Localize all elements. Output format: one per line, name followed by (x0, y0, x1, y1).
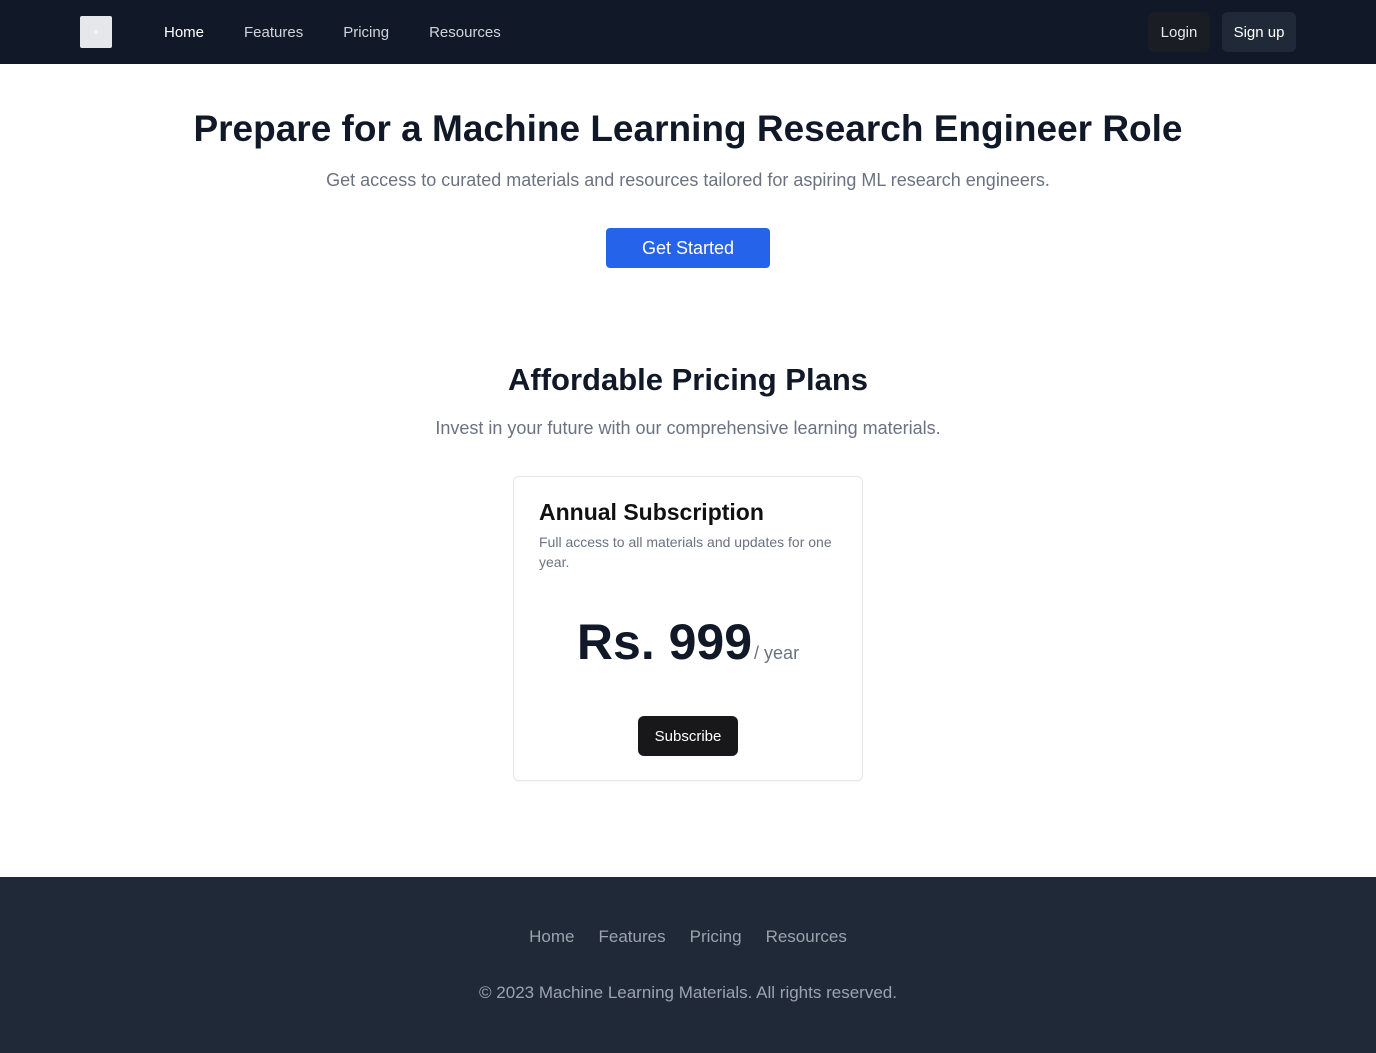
footer-link-home[interactable]: Home (529, 927, 574, 947)
footer-link-features[interactable]: Features (599, 927, 666, 947)
price-row: Rs. 999 / year (514, 613, 862, 671)
nav-link-resources[interactable]: Resources (429, 24, 501, 41)
pricing-title: Affordable Pricing Plans (507, 362, 868, 397)
login-button[interactable]: Login (1148, 12, 1210, 52)
subscribe-button[interactable]: Subscribe (638, 716, 738, 756)
copyright-text: © 2023 Machine Learning Materials. All r… (479, 983, 897, 1002)
footer: Home Features Pricing Resources © 2023 M… (0, 877, 1376, 1053)
nav-link-home[interactable]: Home (164, 24, 204, 41)
plan-name: Annual Subscription (539, 499, 764, 525)
nav-link-features[interactable]: Features (244, 24, 303, 41)
plan-period: / year (754, 643, 800, 663)
get-started-button[interactable]: Get Started (606, 228, 770, 268)
plan-description: Full access to all materials and updates… (539, 534, 832, 570)
pricing-card: Annual Subscription Full access to all m… (513, 476, 863, 781)
hero-subtitle: Get access to curated materials and reso… (326, 170, 1050, 190)
footer-link-pricing[interactable]: Pricing (690, 927, 742, 947)
hero-title: Prepare for a Machine Learning Research … (193, 108, 1183, 149)
nav-link-pricing[interactable]: Pricing (343, 24, 389, 41)
signup-button[interactable]: Sign up (1222, 12, 1296, 52)
logo-placeholder-icon[interactable] (80, 16, 112, 48)
logo-dot (94, 30, 98, 34)
main-nav: Home Features Pricing Resources (164, 0, 501, 64)
top-navbar: Home Features Pricing Resources Login Si… (0, 0, 1376, 64)
footer-link-resources[interactable]: Resources (766, 927, 847, 947)
plan-price: Rs. 999 (576, 614, 753, 670)
pricing-subtitle: Invest in your future with our comprehen… (435, 418, 941, 438)
footer-nav: Home Features Pricing Resources (0, 927, 1376, 947)
